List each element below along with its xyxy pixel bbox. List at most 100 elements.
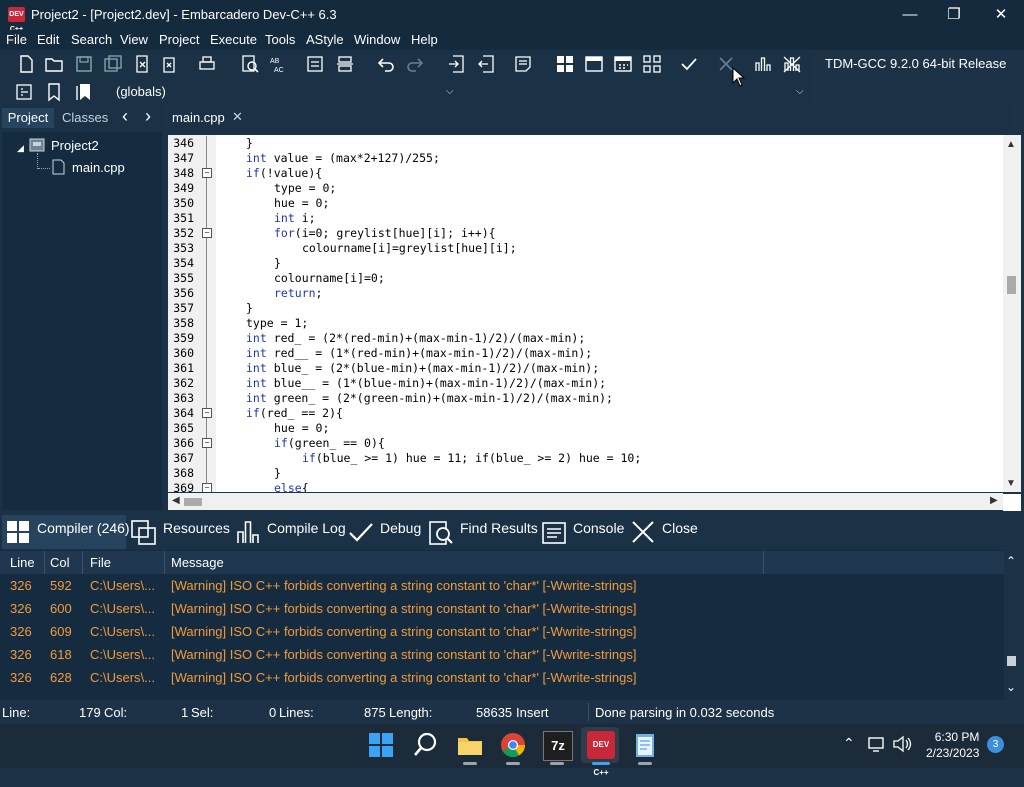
code-line[interactable]: 364− if(red_ == 2){ [168,406,1003,421]
tab-debug[interactable]: Debug [380,520,421,544]
bookmark-icon[interactable] [44,82,64,102]
code-line[interactable]: 361 int blue_ = (2*(blue-min)+(max-min-1)… [168,361,1003,376]
fold-toggle-icon[interactable]: − [202,168,212,178]
code-line[interactable]: 351 int i; [168,211,1003,226]
code-line[interactable]: 353 colourname[i]=greylist[hue][i]; [168,241,1003,256]
menu-project[interactable]: Project [159,32,199,47]
scroll-down-icon[interactable]: ⌄ [1006,680,1016,694]
column-header-line[interactable]: Line [10,555,35,570]
save-icon[interactable] [74,54,94,74]
toggle-comment-icon[interactable] [335,54,355,74]
remove-from-project-icon[interactable] [477,54,497,74]
new-file-icon[interactable] [16,54,36,74]
tab-resources[interactable]: Resources [163,520,230,544]
code-line[interactable]: 348− if(!value){ [168,166,1003,181]
scroll-up-icon[interactable]: ⌃ [1006,554,1016,568]
code-line[interactable]: 363 int green_ = (2*(green-min)+(max-min-… [168,391,1003,406]
add-to-project-icon[interactable] [447,54,467,74]
undo-icon[interactable] [376,54,396,74]
volume-icon[interactable] [892,735,912,753]
find-icon[interactable] [240,54,260,74]
indent-icon[interactable] [305,54,325,74]
close-window-button[interactable]: ✕ [978,0,1024,30]
scroll-right-icon[interactable]: ▶ [990,495,998,506]
replace-icon[interactable]: AB AC [268,54,288,74]
editor-horizontal-scrollbar[interactable] [168,493,1003,510]
scope-select[interactable]: (globals) [116,84,166,99]
code-line[interactable]: 356 return; [168,286,1003,301]
message-row[interactable]: 326 609 C:\Users\... [Warning] ISO C++ forb… [0,621,1004,644]
tab-compiler[interactable]: Compiler (246) [37,520,130,544]
taskbar-clock[interactable]: 6:30 PM 2/23/2023 [926,729,979,761]
menu-help[interactable]: Help [411,32,438,47]
menu-execute[interactable]: Execute [210,32,257,47]
tab-close-panel[interactable]: Close [662,520,698,544]
minimize-button[interactable]: — [887,0,933,30]
compile-icon[interactable] [555,54,575,74]
chrome-icon[interactable] [499,731,527,759]
message-row[interactable]: 326 592 C:\Users\... [Warning] ISO C++ forb… [0,575,1004,598]
menu-view[interactable]: View [120,32,148,47]
tab-project[interactable]: Project [2,108,54,128]
tab-compile-log[interactable]: Compile Log [267,520,346,544]
7zip-icon[interactable]: 7z [543,731,573,761]
menu-file[interactable]: File [6,32,27,47]
windows-start-icon[interactable] [367,731,395,759]
messages-scrollbar[interactable] [1004,550,1024,700]
tree-expand-icon[interactable]: ◢ [17,143,24,154]
goto-function-icon[interactable] [14,82,34,102]
close-all-icon[interactable] [160,54,180,74]
menu-astyle[interactable]: AStyle [306,32,344,47]
tree-item-project[interactable]: Project2 [51,138,99,153]
scroll-up-icon[interactable]: ▲ [1006,139,1016,150]
editor-vertical-scrollbar[interactable] [1003,135,1021,492]
notepad-icon[interactable] [631,731,659,759]
scroll-down-icon[interactable]: ▼ [1006,478,1016,489]
code-line[interactable]: 367 if(blue_ >= 1) hue = 11; if(blue_ >= … [168,451,1003,466]
code-line[interactable]: 362 int blue__ = (1*(blue-min)+(max-min-1… [168,376,1003,391]
fold-toggle-icon[interactable]: − [202,408,212,418]
editor-hscroll-thumb[interactable] [184,498,202,506]
file-explorer-icon[interactable] [456,731,484,759]
menu-window[interactable]: Window [354,32,400,47]
code-line[interactable]: 366− if(green_ == 0){ [168,436,1003,451]
code-line[interactable]: 352− for(i=0; greylist[hue][i]; i++){ [168,226,1003,241]
menu-edit[interactable]: Edit [37,32,59,47]
column-header-col[interactable]: Col [50,555,70,570]
menu-tools[interactable]: Tools [265,32,295,47]
column-header-file[interactable]: File [90,555,111,570]
search-icon[interactable] [412,731,440,759]
chevron-down-icon[interactable]: ⌵ [446,86,454,97]
tree-item-file[interactable]: main.cpp [72,160,125,175]
compile-run-icon[interactable] [613,54,633,74]
maximize-button[interactable]: ❐ [931,0,977,30]
code-line[interactable]: 347 int value = (max*2+127)/255; [168,151,1003,166]
tab-classes[interactable]: Classes [62,110,108,125]
fold-toggle-icon[interactable]: − [202,483,212,492]
column-header-message[interactable]: Message [171,555,224,570]
rebuild-all-icon[interactable] [642,54,662,74]
compiler-select[interactable]: TDM-GCC 9.2.0 64-bit Release [825,56,1006,71]
run-icon[interactable] [584,54,604,74]
fold-toggle-icon[interactable]: − [202,438,212,448]
delete-profile-icon[interactable] [782,54,802,74]
code-line[interactable]: 368} [168,466,1003,481]
save-all-icon[interactable] [103,54,123,74]
code-line[interactable]: 346} [168,136,1003,151]
code-line[interactable]: 349 type = 0; [168,181,1003,196]
message-row[interactable]: 326 618 C:\Users\... [Warning] ISO C++ forb… [0,644,1004,667]
panel-next-button[interactable]: › [145,106,151,127]
bookmark-list-icon[interactable] [74,82,94,102]
code-line[interactable]: 350 hue = 0; [168,196,1003,211]
code-line[interactable]: 355 colourname[i]=0; [168,271,1003,286]
code-line[interactable]: 354} [168,256,1003,271]
tab-console[interactable]: Console [573,520,624,544]
open-folder-icon[interactable] [44,54,64,74]
print-icon[interactable] [197,54,217,74]
tab-close-icon[interactable]: ✕ [232,109,243,125]
messages-scroll-thumb[interactable] [1007,656,1016,666]
code-editor[interactable]: 346} 347 int value = (max*2+127)/255; 348− i… [168,135,1003,492]
tab-find-results[interactable]: Find Results [460,520,538,544]
fold-toggle-icon[interactable]: − [202,228,212,238]
project-options-icon[interactable] [513,54,533,74]
